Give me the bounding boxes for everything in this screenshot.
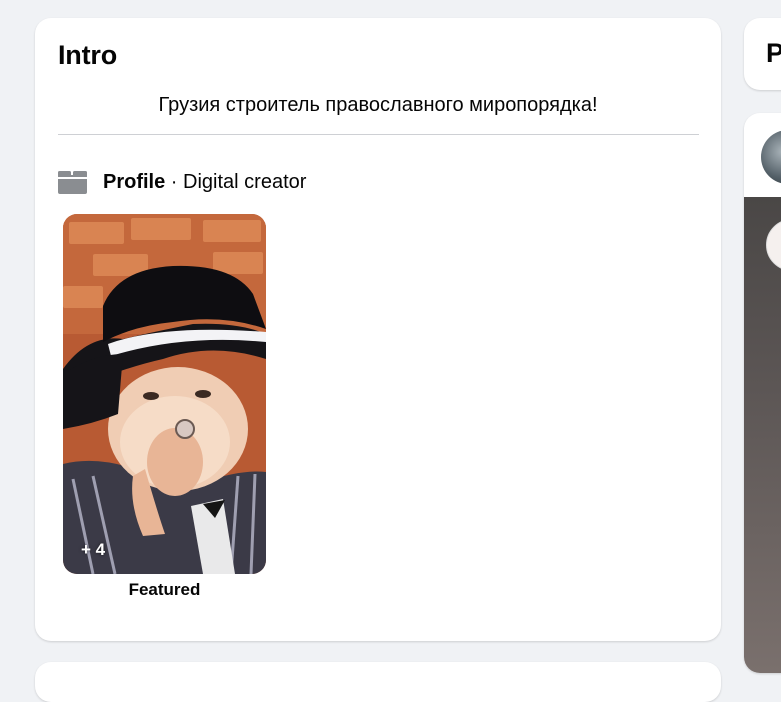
next-card [35,662,721,702]
post-image-badge [766,219,781,271]
right-card-title: P [766,38,781,68]
post-card [744,113,781,673]
profile-category-row: Profile · Digital creator [58,168,306,196]
featured-collection-tile[interactable]: + 4 [63,214,266,574]
intro-title: Intro [58,40,117,70]
category-separator: · [165,170,184,193]
featured-label[interactable]: Featured [63,580,266,600]
category-text: Digital creator [183,170,307,193]
post-image[interactable] [744,197,781,673]
right-column-card: P [744,18,781,90]
divider [58,134,699,135]
avatar[interactable] [761,130,781,184]
featured-photo [63,214,266,574]
category-icon [58,170,87,194]
intro-bio: Грузия строитель православного миропоряд… [158,94,598,116]
intro-card: Intro Грузия строитель православного мир… [35,18,721,641]
featured-count: + 4 [81,540,106,559]
profile-label: Profile [103,170,166,193]
